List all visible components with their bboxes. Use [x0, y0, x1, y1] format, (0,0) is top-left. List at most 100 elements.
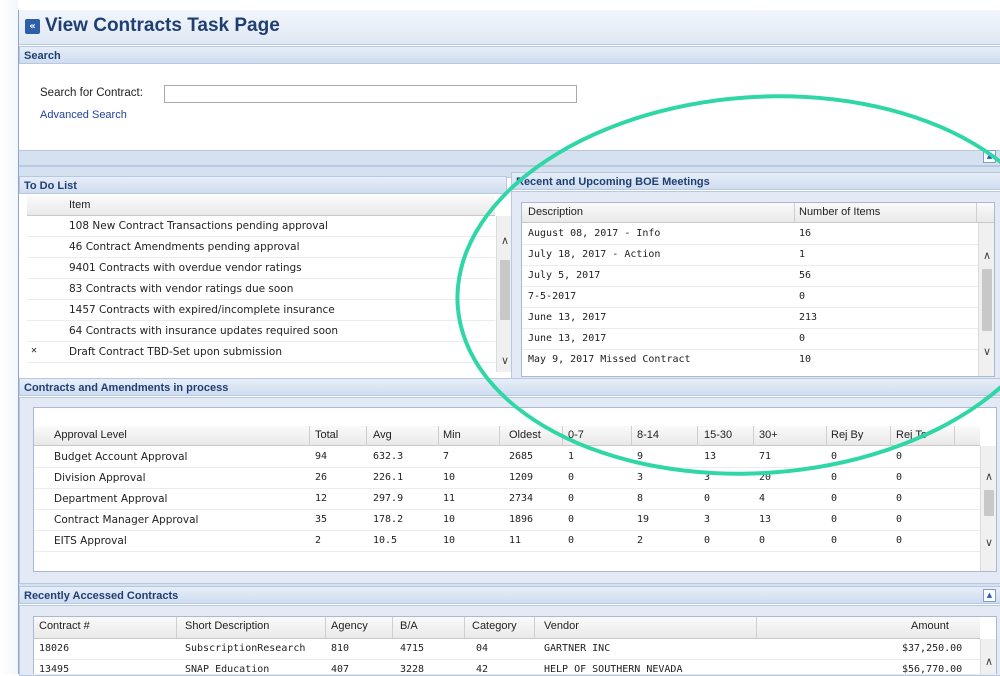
process-cell: 3 — [704, 514, 711, 525]
search-label: Search for Contract: — [40, 87, 143, 99]
process-cell: 0 — [831, 514, 838, 525]
scroll-thumb[interactable] — [982, 269, 992, 331]
task-page: « View Contracts Task Page Search Search… — [18, 10, 1000, 676]
todo-column-header: Item — [27, 196, 495, 216]
table-row[interactable]: June 13, 2017 213 — [522, 308, 978, 329]
process-col-30plus: 30+ — [759, 429, 778, 441]
list-item-text: 108 New Contract Transactions pending ap… — [69, 220, 328, 232]
amount: $56,770.00 — [902, 664, 963, 674]
approval-level: EITS Approval — [54, 535, 127, 547]
short-description: SubscriptionResearch — [185, 643, 306, 654]
process-cell: 0 — [831, 451, 838, 462]
boe-count: 56 — [799, 270, 812, 281]
process-cell: 0 — [831, 493, 838, 504]
process-cell: 632.3 — [373, 451, 404, 462]
table-row[interactable]: Department Approval 12 297.9 11 2734 0 8 0 4 0 0 — [34, 489, 980, 510]
list-item[interactable]: ✕ Draft Contract TBD-Set upon submission — [27, 342, 495, 363]
process-col-level: Approval Level — [54, 429, 127, 441]
process-cell: 2 — [637, 535, 644, 546]
table-row[interactable]: 18026 SubscriptionResearch 810 4715 04 G… — [34, 639, 980, 660]
table-row[interactable]: EITS Approval 2 10.5 10 11 0 2 0 0 0 0 — [34, 531, 980, 552]
chevron-down-icon[interactable]: ∨ — [979, 345, 994, 359]
process-col-min: Min — [443, 429, 461, 441]
process-cell: 0 — [704, 493, 711, 504]
list-item[interactable]: 1457 Contracts with expired/incomplete i… — [27, 300, 495, 321]
search-header: Search — [19, 46, 1000, 64]
process-cell: 0 — [759, 535, 766, 546]
process-cell: 3 — [704, 472, 711, 483]
boe-scrollbar[interactable]: ∧ ∨ — [978, 223, 994, 376]
table-row[interactable]: August 08, 2017 - Info 16 — [522, 224, 978, 245]
list-item-text: Draft Contract TBD-Set upon submission — [69, 346, 282, 358]
recent-scrollbar[interactable]: ∧ — [980, 639, 996, 674]
list-item[interactable]: 83 Contracts with vendor ratings due soo… — [27, 279, 495, 300]
boe-header: Recent and Upcoming BOE Meetings — [511, 172, 1000, 190]
section-divider — [19, 150, 1000, 166]
chevron-up-icon[interactable]: ∧ — [981, 655, 996, 669]
agency: 810 — [331, 643, 350, 654]
process-cell: 0 — [896, 493, 903, 504]
table-row[interactable]: May 9, 2017 Missed Contract 10 — [522, 350, 978, 376]
process-col-rej-to: Rej To — [896, 429, 927, 441]
boe-description: June 13, 2017 — [528, 333, 607, 344]
process-col-avg: Avg — [373, 429, 392, 441]
table-row[interactable]: 7-5-2017 0 — [522, 287, 978, 308]
advanced-search-link[interactable]: Advanced Search — [40, 109, 127, 121]
process-cell: 297.9 — [373, 493, 404, 504]
process-cell: 11 — [443, 493, 456, 504]
scroll-thumb[interactable] — [500, 260, 510, 320]
recent-column-header: Contract # Short Description Agency B/A … — [34, 617, 980, 639]
process-cell: 0 — [704, 535, 711, 546]
table-row[interactable]: Budget Account Approval 94 632.3 7 2685 1 9 13 7… — [34, 447, 980, 468]
list-item[interactable]: 108 New Contract Transactions pending ap… — [27, 216, 495, 237]
page-title: View Contracts Task Page — [45, 15, 280, 36]
process-cell: 1 — [568, 451, 575, 462]
table-row[interactable]: June 13, 2017 0 — [522, 329, 978, 350]
process-cell: 2685 — [509, 451, 534, 462]
title-bar: « View Contracts Task Page — [19, 10, 1000, 45]
recent-col-contract: Contract # — [39, 620, 90, 632]
list-item[interactable]: 9401 Contracts with overdue vendor ratin… — [27, 258, 495, 279]
todo-header: To Do List — [19, 176, 507, 194]
collapse-up-icon[interactable]: ▲ — [983, 150, 996, 163]
process-cell: 19 — [637, 514, 650, 525]
chevron-down-icon[interactable]: ∨ — [981, 536, 996, 550]
chevron-up-icon[interactable]: ∧ — [979, 249, 994, 263]
boe-description: May 9, 2017 Missed Contract — [528, 354, 691, 365]
collapse-up-icon[interactable]: ▲ — [983, 589, 996, 602]
category: 04 — [476, 643, 489, 654]
ba: 3228 — [400, 664, 425, 674]
boe-col-description: Description — [528, 206, 584, 218]
scroll-thumb[interactable] — [984, 490, 994, 516]
table-row[interactable]: Division Approval 26 226.1 10 1209 0 3 3 20 0 0 — [34, 468, 980, 489]
boe-count: 0 — [799, 291, 806, 302]
process-cell: 0 — [896, 472, 903, 483]
boe-description: July 18, 2017 - Action — [528, 249, 661, 260]
process-cell: 10 — [443, 472, 456, 483]
list-item[interactable]: 64 Contracts with insurance updates requ… — [27, 321, 495, 342]
table-row[interactable]: July 18, 2017 - Action 1 — [522, 245, 978, 266]
table-row[interactable]: 13495 SNAP Education 407 3228 42 HELP OF… — [34, 660, 980, 674]
process-scrollbar[interactable]: ∧ ∨ — [980, 446, 996, 571]
boe-description: August 08, 2017 - Info — [528, 228, 661, 239]
process-cell: 0 — [831, 472, 838, 483]
table-row[interactable]: July 5, 2017 56 — [522, 266, 978, 287]
search-input[interactable] — [164, 85, 577, 103]
process-cell: 0 — [568, 472, 575, 483]
recent-col-description: Short Description — [185, 620, 270, 632]
close-icon[interactable]: ✕ — [31, 345, 37, 356]
ba: 4715 — [400, 643, 425, 654]
process-cell: 11 — [509, 535, 522, 546]
boe-description: June 13, 2017 — [528, 312, 607, 323]
boe-count: 1 — [799, 249, 806, 260]
table-row[interactable]: Contract Manager Approval 35 178.2 10 1896 0 1… — [34, 510, 980, 531]
process-cell: 2734 — [509, 493, 534, 504]
process-cell: 0 — [896, 535, 903, 546]
recent-grid: Contract # Short Description Agency B/A … — [33, 616, 997, 674]
process-cell: 0 — [896, 451, 903, 462]
chevron-up-icon[interactable]: ∧ — [981, 470, 996, 484]
list-item[interactable]: 46 Contract Amendments pending approval — [27, 237, 495, 258]
double-chevron-left-icon[interactable]: « — [25, 19, 40, 34]
list-item-text: 83 Contracts with vendor ratings due soo… — [69, 283, 294, 295]
process-header: Contracts and Amendments in process — [19, 378, 1000, 396]
